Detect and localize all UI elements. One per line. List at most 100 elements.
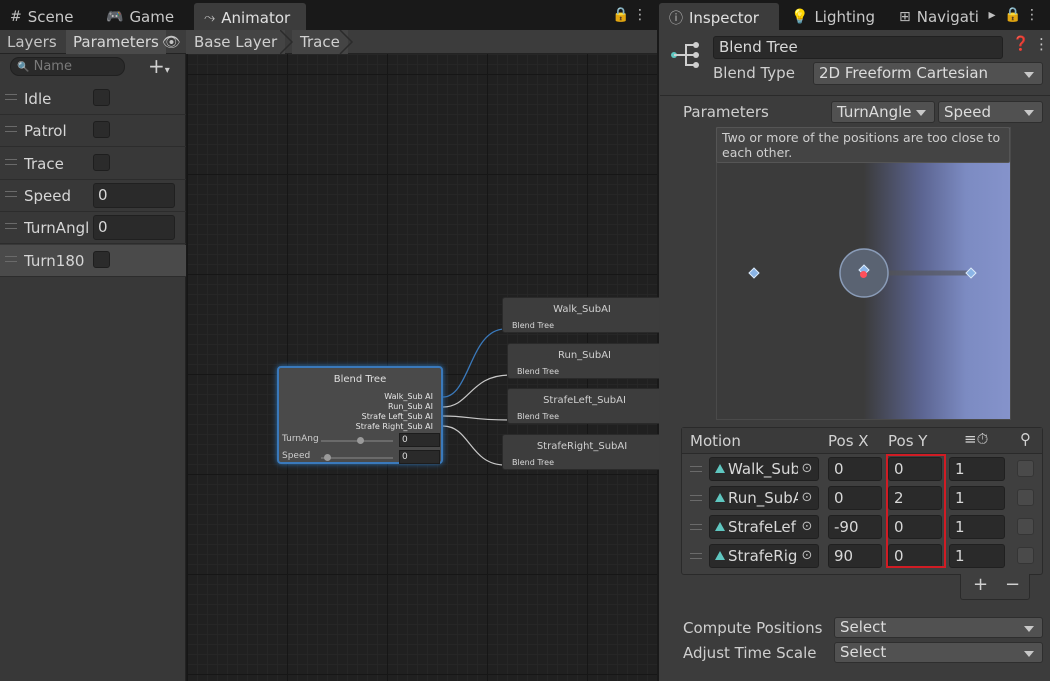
pos-x-field[interactable]: 90 (828, 544, 882, 568)
blend-tree-title: Blend Tree (333, 374, 387, 385)
node-subtitle: Blend Tree (512, 458, 554, 467)
navigation-icon: ⊞ (899, 8, 911, 25)
chevron-down-icon (916, 110, 926, 116)
blend-type-value: 2D Freeform Cartesian (819, 64, 989, 82)
help-icon[interactable]: ❓ (1012, 36, 1029, 52)
tab-navigation-label: Navigati (916, 7, 979, 26)
lightbulb-icon: 💡 (791, 8, 809, 25)
adjust-time-scale-label: Adjust Time Scale (683, 644, 817, 662)
time-scale-field[interactable]: 1 (949, 457, 1005, 481)
mirror-icon: ⚲ (1020, 430, 1031, 448)
pos-x-field[interactable]: 0 (828, 486, 882, 510)
adjust-time-scale-dropdown[interactable]: Select (834, 642, 1043, 663)
motion-icon (715, 551, 725, 560)
time-scale-field[interactable]: 1 (949, 515, 1005, 539)
tab-lighting-label: Lighting (814, 7, 876, 26)
param-x-value: TurnAngle (837, 103, 912, 121)
header-pos-y: Pos Y (888, 432, 928, 450)
blend-tree-name-field[interactable]: Blend Tree (713, 36, 1003, 59)
blend-tree-output: Strafe Left_Sub AI (361, 412, 433, 421)
motion-row[interactable]: Run_SubA ⊙ 0 2 1 (682, 484, 1042, 513)
compute-positions-dropdown[interactable]: Select (834, 617, 1043, 638)
motion-icon (715, 493, 725, 502)
node-title: StrafeLeft_SubAI (543, 395, 626, 406)
motion-field[interactable]: Run_SubA ⊙ (709, 486, 819, 510)
motion-field[interactable]: StrafeLef ⊙ (709, 515, 819, 539)
tab-scroll-right-icon[interactable]: ▸ (985, 6, 999, 24)
blend-type-label: Blend Type (713, 64, 795, 82)
header-motion: Motion (690, 432, 741, 450)
node-title: StrafeRight_SubAI (536, 441, 628, 452)
drag-handle-icon[interactable] (690, 466, 702, 472)
add-motion-button[interactable]: + (973, 574, 988, 595)
divider (660, 95, 1050, 96)
param-y-value: Speed (944, 103, 992, 121)
motion-icon (715, 464, 725, 473)
mirror-checkbox[interactable] (1017, 460, 1034, 477)
object-picker-icon[interactable]: ⊙ (798, 460, 816, 478)
parameters-label: Parameters (683, 103, 769, 121)
param-x-dropdown[interactable]: TurnAngle (831, 101, 935, 123)
chevron-down-icon (1024, 625, 1034, 632)
current-position-marker (860, 271, 867, 278)
object-picker-icon[interactable]: ⊙ (798, 489, 816, 507)
object-picker-icon[interactable]: ⊙ (798, 518, 816, 536)
node-subtitle: Blend Tree (517, 412, 559, 421)
node-title: Walk_SubAI (553, 304, 611, 315)
blend-type-dropdown[interactable]: 2D Freeform Cartesian (813, 62, 1043, 85)
blend-param-value[interactable]: 0 (399, 433, 440, 447)
motion-name: Walk_Sub (728, 460, 800, 478)
tab-inspector-label: Inspector (689, 8, 759, 27)
lock-icon[interactable]: 🔒 (1004, 6, 1021, 24)
child-node-walk[interactable]: Walk_SubAI Blend Tree (502, 297, 662, 333)
remove-motion-button[interactable]: − (1005, 574, 1020, 595)
connection-lines (442, 328, 511, 466)
tab-navigation[interactable]: ⊞ Navigati (889, 3, 989, 30)
more-menu-icon[interactable]: ⋮ (1034, 35, 1049, 53)
motion-row[interactable]: Walk_Sub ⊙ 0 0 1 (682, 455, 1042, 484)
blend-param-slider[interactable] (321, 457, 393, 459)
param-y-dropdown[interactable]: Speed (938, 101, 1043, 123)
motion-name: StrafeLef (728, 518, 796, 536)
motion-row[interactable]: StrafeRig ⊙ 90 0 1 (682, 542, 1042, 571)
child-node-strafe-right[interactable]: StrafeRight_SubAI Blend Tree (502, 434, 662, 470)
mirror-checkbox[interactable] (1017, 489, 1034, 506)
blend-tree-output: Strafe Right_Sub AI (355, 422, 433, 431)
blend-param-label: TurnAng (282, 434, 319, 444)
tab-inspector[interactable]: ⓘ Inspector (659, 3, 779, 30)
more-menu-icon[interactable]: ⋮ (1025, 6, 1039, 24)
motion-name: StrafeRig (728, 547, 798, 565)
node-subtitle: Blend Tree (517, 367, 559, 376)
blend-param-value[interactable]: 0 (399, 450, 440, 464)
right-tab-bar: ⓘ Inspector 💡 Lighting ⊞ Navigati ▸ 🔒 ⋮ (659, 0, 1050, 30)
drag-handle-icon[interactable] (690, 524, 702, 530)
mirror-checkbox[interactable] (1017, 547, 1034, 564)
chevron-down-icon (1024, 110, 1034, 116)
blend-tree-output: Run_Sub AI (388, 402, 433, 411)
slider-knob[interactable] (324, 454, 331, 461)
pos-y-highlight (886, 454, 946, 568)
time-scale-field[interactable]: 1 (949, 544, 1005, 568)
time-scale-icon: ≡⏱ (964, 430, 989, 448)
motion-row[interactable]: StrafeLef ⊙ -90 0 1 (682, 513, 1042, 542)
pos-x-field[interactable]: -90 (828, 515, 882, 539)
child-node-strafe-left[interactable]: StrafeLeft_SubAI Blend Tree (507, 388, 662, 424)
child-node-run[interactable]: Run_SubAI Blend Tree (507, 343, 662, 379)
tab-lighting[interactable]: 💡 Lighting (781, 3, 885, 30)
time-scale-field[interactable]: 1 (949, 486, 1005, 510)
motion-field[interactable]: Walk_Sub ⊙ (709, 457, 819, 481)
motion-name: Run_SubA (728, 489, 804, 507)
drag-handle-icon[interactable] (690, 553, 702, 559)
motion-icon (715, 522, 725, 531)
motion-field[interactable]: StrafeRig ⊙ (709, 544, 819, 568)
object-picker-icon[interactable]: ⊙ (798, 547, 816, 565)
drag-handle-icon[interactable] (690, 495, 702, 501)
mirror-checkbox[interactable] (1017, 518, 1034, 535)
blend-tree-node[interactable]: Blend Tree Walk_Sub AI Run_Sub AI Strafe… (277, 366, 443, 464)
blend-tree-icon (671, 42, 699, 68)
pos-x-field[interactable]: 0 (828, 457, 882, 481)
motion-list-header: Motion Pos X Pos Y ≡⏱ ⚲ (682, 428, 1042, 454)
list-footer: + − (960, 574, 1030, 600)
header-pos-x: Pos X (828, 432, 869, 450)
slider-knob[interactable] (357, 437, 364, 444)
